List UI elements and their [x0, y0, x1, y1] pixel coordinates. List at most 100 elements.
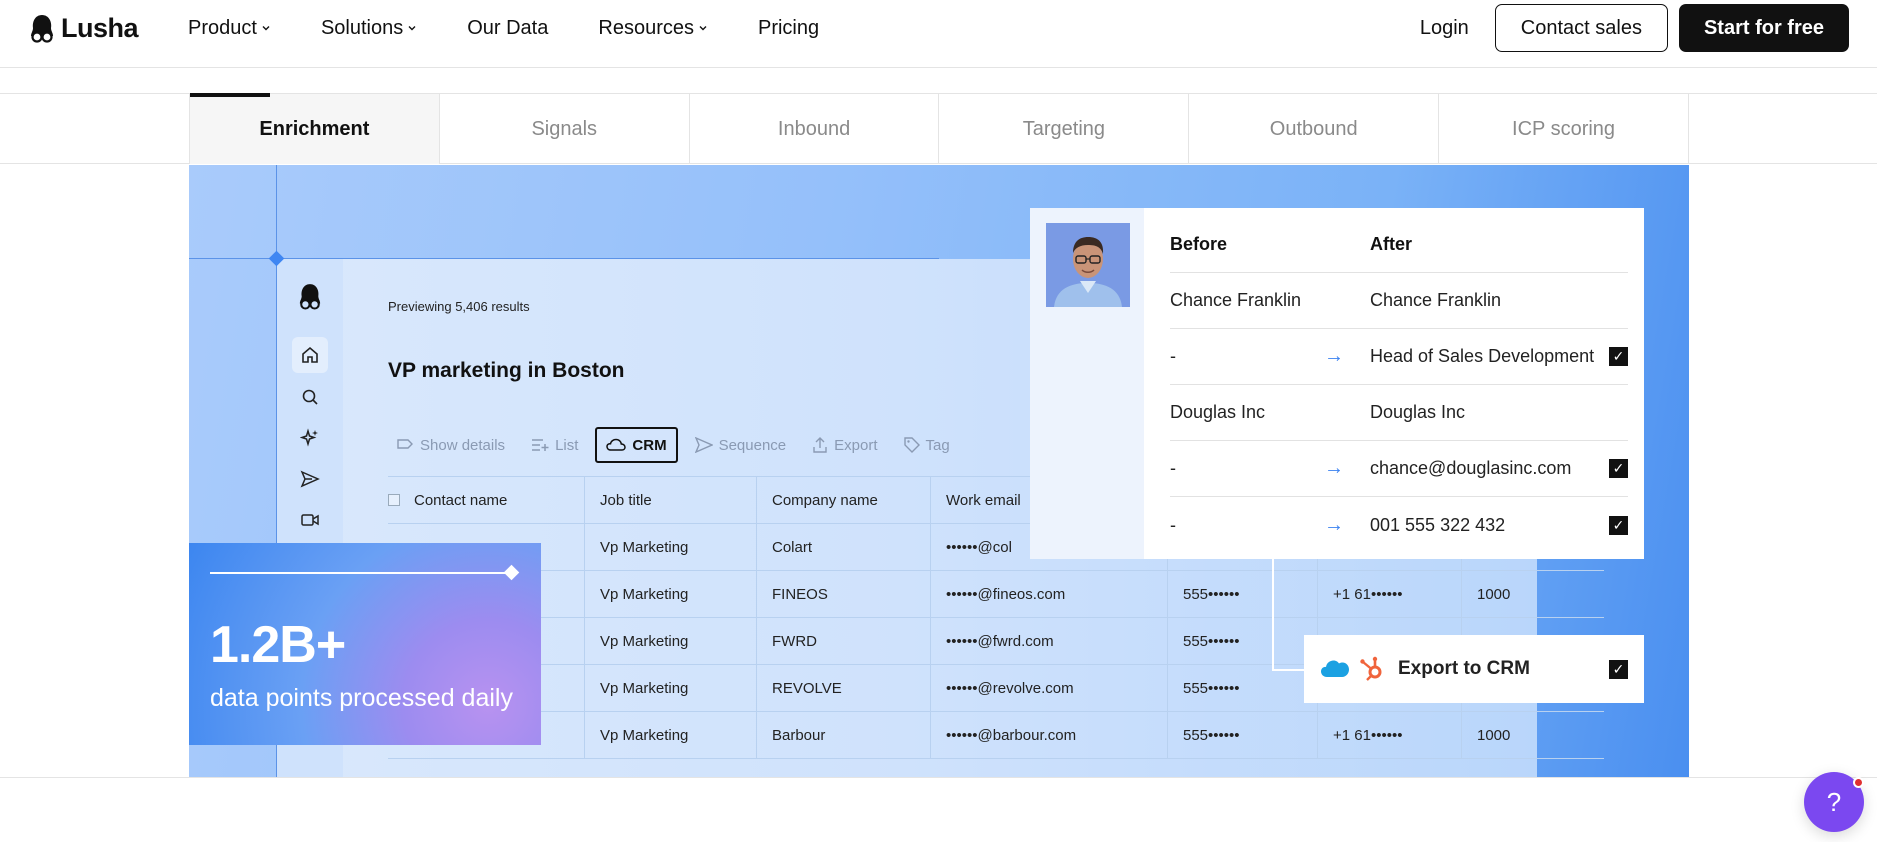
nav-our-data-label: Our Data [467, 16, 549, 39]
checkbox-checked[interactable]: ✓ [1609, 660, 1628, 679]
sequence-label: Sequence [718, 436, 787, 454]
table-row[interactable]: Vp Marketing Barbour ••••••@barbour.com … [388, 712, 1604, 759]
cell-phone: 555•••••• [1168, 571, 1318, 617]
search-title: VP marketing in Boston [388, 359, 625, 382]
lusha-logo-icon [296, 283, 324, 311]
comparison-header: Before After [1170, 208, 1628, 273]
tab-outbound[interactable]: Outbound [1189, 94, 1440, 164]
after-value: Douglas Inc [1370, 402, 1466, 422]
tab-inbound[interactable]: Inbound [690, 94, 940, 164]
crm-button[interactable]: CRM [595, 427, 678, 463]
show-details-button[interactable]: Show details [387, 427, 514, 463]
stat-divider [210, 572, 512, 574]
cell-phone: 555•••••• [1168, 618, 1318, 664]
search-icon[interactable] [296, 383, 324, 411]
stat-value: 1.2B+ [210, 616, 346, 674]
connector-line [1272, 559, 1274, 671]
cell-mobile: +1 61•••••• [1318, 571, 1462, 617]
cell-email: ••••••@fwrd.com [931, 618, 1168, 664]
home-icon[interactable] [292, 337, 328, 373]
eye-icon [397, 439, 413, 449]
nav-our-data[interactable]: Our Data [467, 17, 548, 40]
help-chat-button[interactable]: ? [1804, 772, 1864, 832]
start-free-button[interactable]: Start for free [1678, 4, 1849, 52]
section-divider [0, 777, 1877, 778]
results-toolbar: Show details List CRM Sequence Export Ta… [387, 427, 959, 463]
select-all-checkbox[interactable] [388, 494, 400, 506]
logo[interactable]: Lusha [29, 13, 139, 44]
cell-job-title: Vp Marketing [585, 571, 757, 617]
table-row[interactable]: Vp Marketing FINEOS ••••••@fineos.com 55… [388, 571, 1604, 618]
after-value: chance@douglasinc.com [1370, 458, 1572, 478]
comparison-row: Douglas Inc Douglas Inc [1170, 385, 1628, 441]
stat-node [503, 564, 520, 581]
show-details-label: Show details [420, 436, 506, 454]
cell-job-title: Vp Marketing [585, 524, 757, 570]
checkbox-checked[interactable]: ✓ [1609, 347, 1628, 366]
tag-label: Tag [925, 436, 950, 454]
contact-sales-button[interactable]: Contact sales [1494, 4, 1668, 52]
stat-label: data points processed daily [210, 684, 513, 712]
export-label: Export [834, 436, 878, 454]
before-after-card: Before After Chance Franklin Chance Fran… [1030, 208, 1644, 559]
arrow-right-icon: → [1324, 457, 1344, 479]
comparison-row: - → 001 555 322 432 ✓ [1170, 497, 1628, 553]
send-icon[interactable] [296, 465, 324, 493]
checkbox-checked[interactable]: ✓ [1609, 515, 1628, 535]
after-header: After [1370, 233, 1413, 254]
tab-enrichment[interactable]: Enrichment [189, 93, 440, 164]
tag-button[interactable]: Tag [895, 427, 959, 463]
cell-email: ••••••@barbour.com [931, 712, 1168, 758]
cell-email: ••••••@fineos.com [931, 571, 1168, 617]
column-header-contact-name[interactable]: Contact name [388, 477, 585, 523]
notification-dot [1853, 777, 1864, 788]
cell-company: Colart [757, 524, 931, 570]
nav-product-label: Product [188, 16, 257, 39]
comparison-rows: Before After Chance Franklin Chance Fran… [1170, 208, 1628, 553]
login-link[interactable]: Login [1420, 17, 1469, 40]
checkbox-checked[interactable]: ✓ [1609, 459, 1628, 478]
nav-resources[interactable]: Resources [598, 17, 708, 40]
hubspot-icon [1360, 656, 1382, 681]
arrow-right-icon: → [1324, 513, 1344, 536]
nav-pricing[interactable]: Pricing [758, 17, 819, 40]
chevron-down-icon [408, 26, 416, 31]
tab-signals[interactable]: Signals [440, 94, 690, 164]
feature-tabs: Enrichment Signals Inbound Targeting Out… [189, 93, 1689, 164]
nav-solutions[interactable]: Solutions [321, 17, 417, 40]
upload-icon [813, 437, 827, 453]
list-add-icon [532, 439, 549, 451]
sequence-button[interactable]: Sequence [686, 427, 796, 463]
after-value: Chance Franklin [1370, 290, 1502, 310]
after-value: 001 555 322 432 [1370, 514, 1506, 535]
export-to-crm-card[interactable]: Export to CRM ✓ [1304, 635, 1644, 703]
nav-solutions-label: Solutions [320, 16, 404, 39]
nav-links: Product Solutions Our Data Resources Pri… [188, 0, 869, 56]
logo-text: Lusha [61, 13, 139, 43]
arrow-right-icon: → [1324, 345, 1344, 367]
cloud-icon [606, 438, 627, 451]
question-mark-icon: ? [1826, 786, 1842, 817]
list-button[interactable]: List [522, 427, 587, 463]
tab-icp-scoring[interactable]: ICP scoring [1439, 94, 1689, 164]
results-count: Previewing 5,406 results [388, 299, 530, 314]
cell-phone: 555•••••• [1168, 665, 1318, 711]
cell-company: REVOLVE [757, 665, 931, 711]
export-button[interactable]: Export [803, 427, 886, 463]
profile-panel [1030, 208, 1144, 559]
nav-product[interactable]: Product [188, 17, 271, 40]
chevron-down-icon [262, 26, 270, 31]
export-to-crm-label: Export to CRM [1398, 658, 1530, 679]
column-header-job-title[interactable]: Job title [585, 477, 757, 523]
video-icon[interactable] [296, 506, 324, 534]
cell-phone: 555•••••• [1168, 712, 1318, 758]
column-header-company-name[interactable]: Company name [757, 477, 931, 523]
connector-line [1272, 669, 1304, 671]
tab-targeting[interactable]: Targeting [939, 94, 1190, 164]
sparkle-icon[interactable] [296, 424, 324, 452]
stat-card: 1.2B+ data points processed daily [189, 543, 541, 745]
cell-email: ••••••@revolve.com [931, 665, 1168, 711]
contact-avatar [1046, 223, 1130, 307]
tag-icon [903, 437, 920, 453]
nav-resources-label: Resources [598, 16, 694, 39]
